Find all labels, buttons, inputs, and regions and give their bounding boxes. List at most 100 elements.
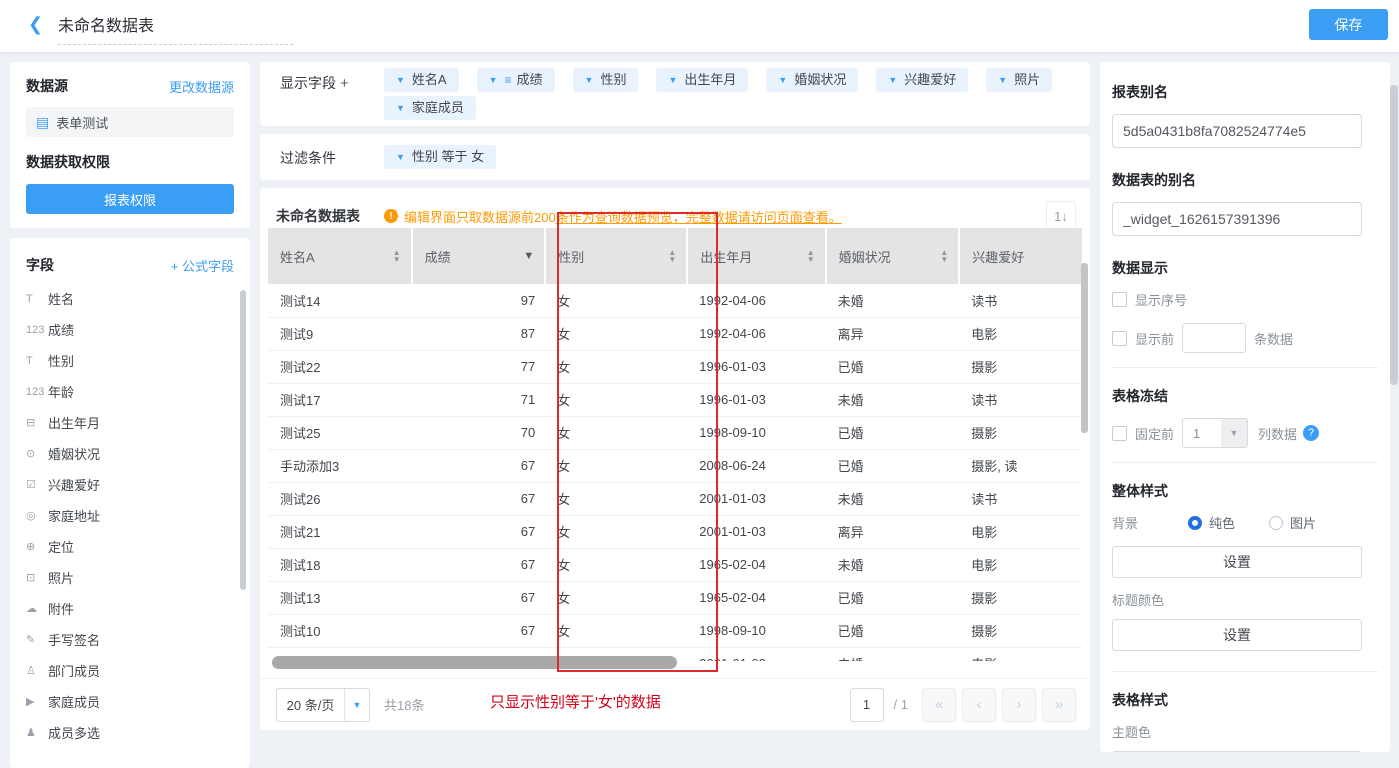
field-item[interactable]: ♙部门成员 <box>26 655 234 686</box>
checkbox-icon: ☑ <box>26 478 48 491</box>
display-field-tag[interactable]: ▼照片 <box>986 68 1052 92</box>
field-item[interactable]: ☁附件 <box>26 593 234 624</box>
display-field-tag[interactable]: ▼≡成绩 <box>477 68 555 92</box>
divider <box>1112 367 1378 368</box>
column-header[interactable]: 姓名A ▲▼ <box>268 228 412 284</box>
display-field-tag-label: 兴趣爱好 <box>904 68 956 92</box>
table-cell: 1965-02-04 <box>687 581 825 614</box>
show-index-checkbox[interactable] <box>1112 292 1127 307</box>
image-radio[interactable] <box>1269 516 1283 530</box>
display-field-tag[interactable]: ▼出生年月 <box>656 68 748 92</box>
table-cell: 女 <box>545 350 687 383</box>
filter-label: 过滤条件 <box>280 145 384 180</box>
save-button[interactable]: 保存 <box>1309 9 1388 40</box>
window-scrollbar[interactable] <box>1390 85 1398 385</box>
freeze-label: 固定前 <box>1135 424 1174 443</box>
first-page-button[interactable]: « <box>922 688 956 722</box>
solid-color-radio[interactable] <box>1188 516 1202 530</box>
show-first-checkbox[interactable] <box>1112 331 1127 346</box>
page-number-input[interactable] <box>850 688 884 722</box>
warning-text-plain: 编辑界面只取数据源前200 <box>404 207 556 226</box>
permission-title: 数据获取权限 <box>26 152 234 172</box>
last-page-button[interactable]: » <box>1042 688 1076 722</box>
field-item[interactable]: ♟成员多选 <box>26 717 234 748</box>
change-datasource-link[interactable]: 更改数据源 <box>169 77 234 96</box>
table-vertical-scrollbar[interactable] <box>1081 263 1088 433</box>
theme-color-set-button[interactable]: 设置 <box>1112 751 1362 752</box>
field-item[interactable]: 123成绩 <box>26 314 234 345</box>
member-icon: ♙ <box>26 664 48 677</box>
field-item[interactable]: ✎手写签名 <box>26 624 234 655</box>
page-size-value: 20 条/页 <box>277 695 344 714</box>
page-title[interactable]: 未命名数据表 <box>58 12 293 45</box>
back-icon[interactable]: ❮ <box>28 14 43 35</box>
report-permission-button[interactable]: 报表权限 <box>26 184 234 214</box>
column-header[interactable]: 成绩▼ <box>412 228 546 284</box>
sort-both-icon: ▲▼ <box>393 249 401 263</box>
table-cell: 摄影 <box>959 350 1082 383</box>
help-icon[interactable]: ? <box>1303 425 1319 441</box>
page-size-select[interactable]: 20 条/页 ▼ <box>276 688 370 722</box>
table-cell: 已婚 <box>826 416 960 449</box>
column-header[interactable]: 出生年月▲▼ <box>687 228 825 284</box>
title-color-set-button[interactable]: 设置 <box>1112 619 1362 651</box>
field-item[interactable]: ⊙婚姻状况 <box>26 438 234 469</box>
table-cell: 67 <box>412 614 546 647</box>
column-header[interactable]: 兴趣爱好 <box>959 228 1082 284</box>
next-page-button[interactable]: › <box>1002 688 1036 722</box>
table-cell: 1965-02-04 <box>687 548 825 581</box>
display-field-tag-label: 出生年月 <box>684 68 736 92</box>
display-field-tag[interactable]: ▼姓名A <box>384 68 459 92</box>
field-item[interactable]: ▶家庭成员 <box>26 686 234 717</box>
page-total: / 1 <box>894 697 908 712</box>
field-item[interactable]: T姓名 <box>26 283 234 314</box>
table-row: 测试1067女1998-09-10已婚摄影 <box>268 614 1082 647</box>
text-icon: T <box>26 355 48 367</box>
freeze-suffix: 列数据 <box>1258 424 1297 443</box>
field-item[interactable]: ⊟出生年月 <box>26 407 234 438</box>
display-field-tag[interactable]: ▼婚姻状况 <box>766 68 858 92</box>
image-icon: ⊡ <box>26 571 48 584</box>
total-count: 共18条 <box>384 695 424 714</box>
sort-order-icon[interactable]: 1↓ <box>1046 201 1076 231</box>
field-item[interactable]: ◎家庭地址 <box>26 500 234 531</box>
field-item[interactable]: ⊡照片 <box>26 562 234 593</box>
display-field-tag[interactable]: ▼兴趣爱好 <box>876 68 968 92</box>
field-item[interactable]: ☑兴趣爱好 <box>26 469 234 500</box>
table-cell: 未婚 <box>826 647 960 661</box>
filter-tag[interactable]: ▼ 性别 等于 女 <box>384 145 496 169</box>
date-icon: ⊟ <box>26 416 48 429</box>
freeze-count-select[interactable]: 1 ▼ <box>1182 418 1248 448</box>
table-cell: 1998-09-10 <box>687 416 825 449</box>
field-item-label: 婚姻状况 <box>48 444 100 463</box>
add-formula-field-link[interactable]: + 公式字段 <box>171 256 234 275</box>
field-item[interactable]: 123年龄 <box>26 376 234 407</box>
datasource-item[interactable]: ▤ 表单测试 <box>26 107 234 137</box>
fields-scrollbar[interactable] <box>240 290 246 590</box>
column-header-label: 姓名A <box>280 247 315 266</box>
display-field-tag[interactable]: ▼性别 <box>573 68 639 92</box>
column-header[interactable]: 婚姻状况▲▼ <box>826 228 960 284</box>
show-first-count-input[interactable] <box>1182 323 1246 353</box>
add-display-field-icon[interactable]: + <box>340 75 349 92</box>
freeze-checkbox[interactable] <box>1112 426 1127 441</box>
display-field-tag[interactable]: ▼家庭成员 <box>384 96 476 120</box>
field-item-label: 照片 <box>48 568 74 587</box>
field-item[interactable]: T性别 <box>26 345 234 376</box>
column-header-label: 出生年月 <box>700 247 752 266</box>
text-icon: T <box>26 293 48 305</box>
background-set-button[interactable]: 设置 <box>1112 546 1362 578</box>
table-cell: 67 <box>412 482 546 515</box>
report-alias-input[interactable] <box>1112 114 1362 148</box>
caret-down-icon: ▼ <box>1221 419 1247 447</box>
table-cell: 1992-04-06 <box>687 317 825 350</box>
warning-text-link[interactable]: 条作为查询数据预览，完整数据请访问页面查看。 <box>556 207 842 226</box>
location-icon: ⊕ <box>26 540 48 553</box>
field-item[interactable]: ⊕定位 <box>26 531 234 562</box>
table-cell: 读书 <box>959 482 1082 515</box>
table-horizontal-scrollbar[interactable] <box>272 656 677 669</box>
prev-page-button[interactable]: ‹ <box>962 688 996 722</box>
table-alias-input[interactable] <box>1112 202 1362 236</box>
column-header[interactable]: 性别▲▼ <box>545 228 687 284</box>
field-item-label: 性别 <box>48 351 74 370</box>
